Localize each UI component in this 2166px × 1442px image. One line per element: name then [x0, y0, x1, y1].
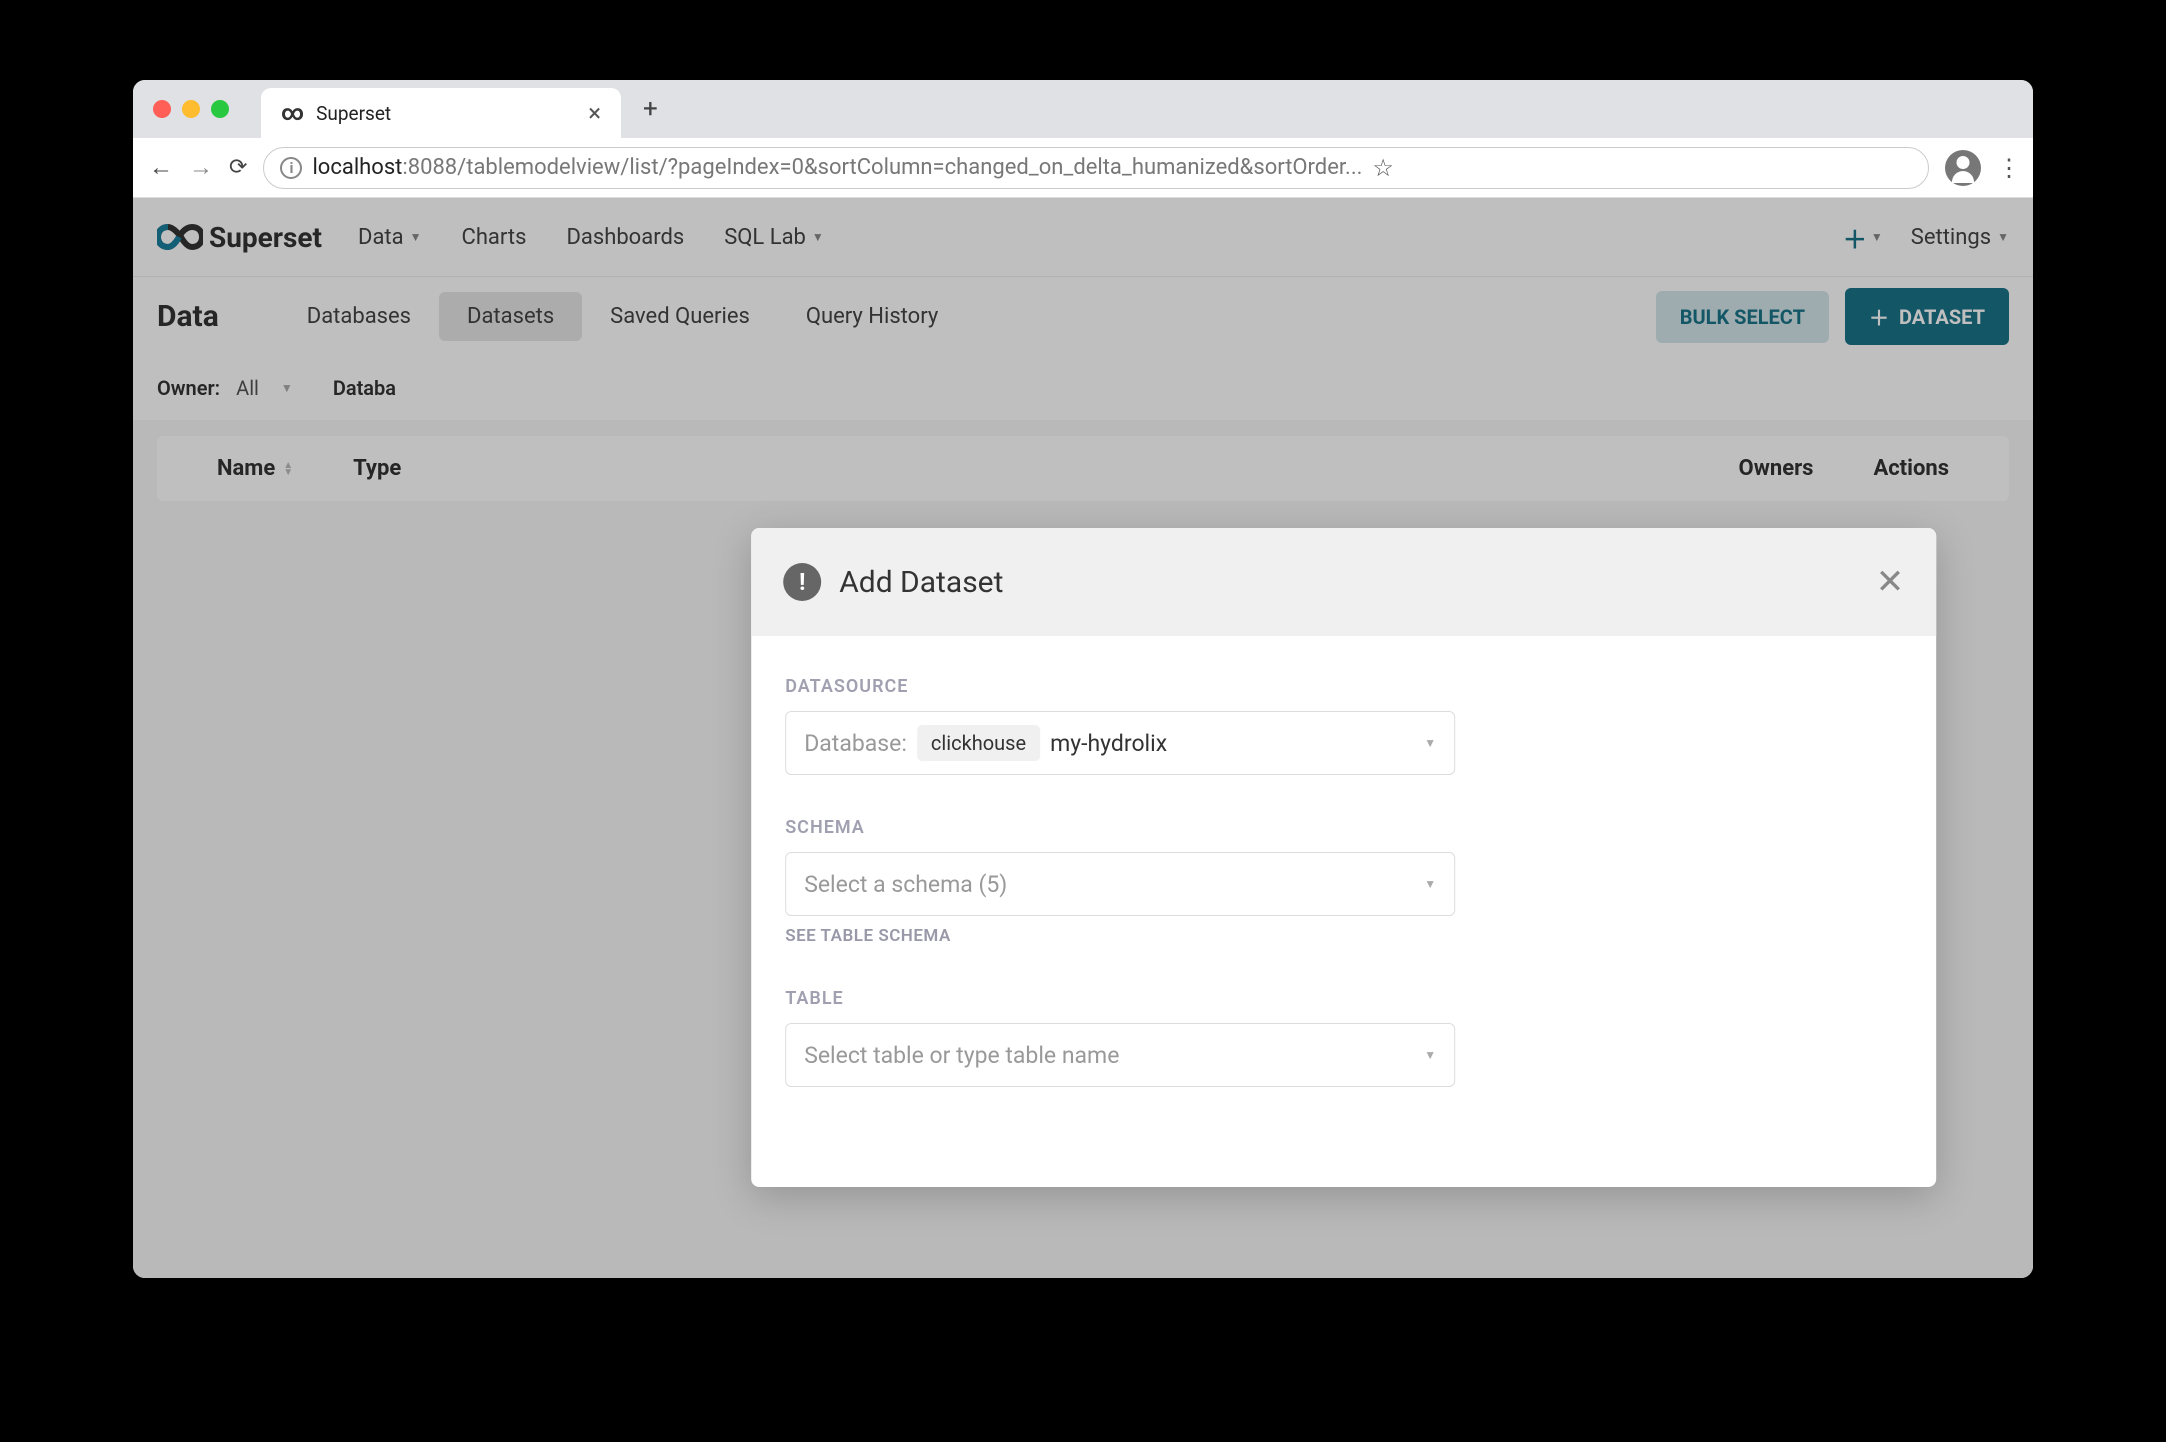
database-type-tag: clickhouse — [917, 725, 1040, 761]
caret-down-icon: ▼ — [1424, 736, 1436, 750]
new-tab-button[interactable]: + — [643, 94, 658, 124]
browser-tab[interactable]: ∞ Superset × — [261, 88, 621, 138]
database-name: my-hydrolix — [1050, 730, 1167, 757]
modal-body: DATASOURCE Database: clickhouse my-hydro… — [751, 636, 1936, 1187]
bookmark-star-icon[interactable]: ☆ — [1372, 154, 1394, 182]
modal-header: ! Add Dataset ✕ — [751, 528, 1936, 636]
url-path: :8088/tablemodelview/list/?pageIndex=0&s… — [402, 155, 1362, 180]
table-placeholder: Select table or type table name — [804, 1042, 1119, 1069]
see-table-schema-link[interactable]: SEE TABLE SCHEMA — [785, 926, 1902, 946]
profile-avatar-icon[interactable] — [1945, 150, 1981, 186]
app-content: Superset Data▼ Charts Dashboards SQL Lab… — [133, 198, 2033, 1278]
alert-icon: ! — [783, 563, 821, 601]
database-select[interactable]: Database: clickhouse my-hydrolix ▼ — [785, 711, 1455, 775]
site-info-icon[interactable]: i — [280, 157, 302, 179]
database-prefix: Database: — [804, 730, 907, 757]
browser-chrome: ∞ Superset × + ← → ⟳ i localhost:8088/ta… — [133, 80, 2033, 198]
traffic-lights — [153, 100, 229, 118]
tab-close-icon[interactable]: × — [588, 99, 601, 127]
schema-placeholder: Select a schema (5) — [804, 871, 1007, 898]
address-bar: ← → ⟳ i localhost:8088/tablemodelview/li… — [133, 138, 2033, 198]
url-text: localhost:8088/tablemodelview/list/?page… — [312, 155, 1362, 180]
schema-label: SCHEMA — [785, 817, 1902, 838]
schema-select[interactable]: Select a schema (5) ▼ — [785, 852, 1455, 916]
table-select[interactable]: Select table or type table name ▼ — [785, 1023, 1455, 1087]
tab-bar: ∞ Superset × + — [133, 80, 2033, 138]
superset-favicon-icon: ∞ — [281, 101, 304, 126]
window-maximize[interactable] — [211, 100, 229, 118]
url-input[interactable]: i localhost:8088/tablemodelview/list/?pa… — [263, 147, 1929, 189]
back-button[interactable]: ← — [149, 153, 173, 182]
caret-down-icon: ▼ — [1424, 1048, 1436, 1062]
table-label: TABLE — [785, 988, 1902, 1009]
modal-title: Add Dataset — [839, 565, 1876, 600]
window-minimize[interactable] — [182, 100, 200, 118]
browser-menu-icon[interactable]: ⋮ — [1997, 154, 2017, 182]
caret-down-icon: ▼ — [1424, 877, 1436, 891]
add-dataset-modal: ! Add Dataset ✕ DATASOURCE Database: cli… — [751, 528, 1936, 1187]
url-host: localhost — [312, 155, 402, 180]
forward-button[interactable]: → — [189, 153, 213, 182]
tab-title: Superset — [316, 102, 576, 125]
datasource-label: DATASOURCE — [785, 676, 1902, 697]
browser-window: ∞ Superset × + ← → ⟳ i localhost:8088/ta… — [133, 80, 2033, 1278]
refresh-button[interactable]: ⟳ — [229, 155, 247, 180]
modal-close-button[interactable]: ✕ — [1876, 562, 1905, 602]
window-close[interactable] — [153, 100, 171, 118]
